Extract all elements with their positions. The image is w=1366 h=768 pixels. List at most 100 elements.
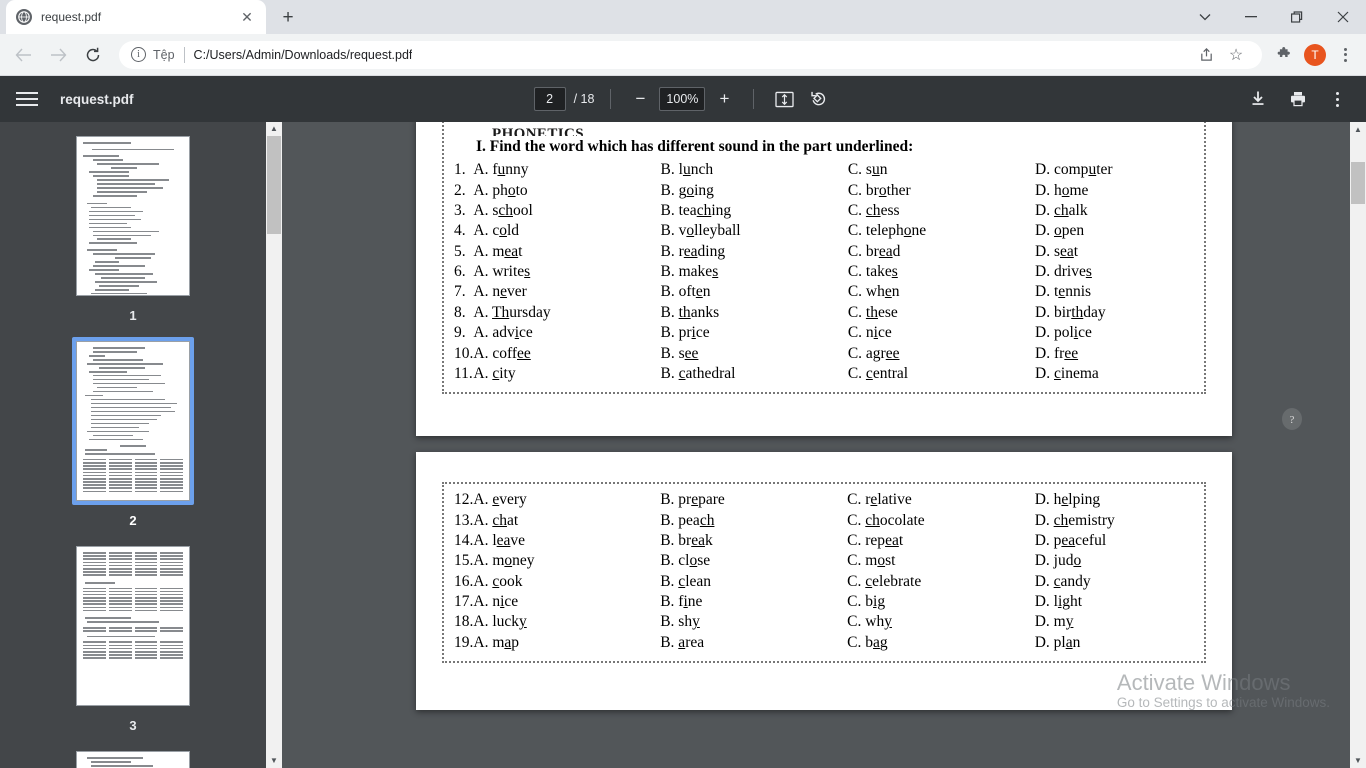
bookmark-star-icon[interactable]: ☆ bbox=[1222, 41, 1250, 69]
thumbnail-pane: 1 2 3 ▲ ▼ bbox=[0, 122, 282, 768]
question-row: 1. A. funny B. lunch C. sun D. computer bbox=[454, 160, 1194, 180]
question-row: 7. A. never B. often C. when D. tennis bbox=[454, 282, 1194, 302]
zoom-in-button[interactable]: + bbox=[711, 86, 737, 112]
omnibox-url: C:/Users/Admin/Downloads/request.pdf bbox=[193, 47, 413, 62]
pdf-viewer: request.pdf 2 / 18 − 100% + 1 2 3 ▲ ▼ PH… bbox=[0, 76, 1366, 768]
question-row: 15. A. money B. close C. most D. judo bbox=[454, 551, 1194, 571]
question-row: 3. A. school B. teaching C. chess D. chalk bbox=[454, 201, 1194, 221]
option-c: C. telephone bbox=[847, 222, 927, 240]
option-b: B. volleyball bbox=[660, 222, 741, 240]
browser-menu-icon[interactable] bbox=[1332, 41, 1358, 69]
rotate-icon[interactable] bbox=[804, 85, 832, 113]
browser-toolbar: i Tệp C:/Users/Admin/Downloads/request.p… bbox=[0, 34, 1366, 76]
section-instruction: I. Find the word which has different sou… bbox=[476, 138, 914, 155]
thumbnail-preview bbox=[76, 341, 190, 501]
question-number: 14. bbox=[454, 531, 474, 549]
thumbnail-page-4[interactable] bbox=[72, 747, 194, 768]
browser-tab-strip: request.pdf ✕ + bbox=[0, 0, 1366, 34]
thumbnail-page-2[interactable] bbox=[72, 337, 194, 505]
thumbnail-label-3: 3 bbox=[129, 718, 137, 733]
document-scroll: PHONETICS I. Find the word which has dif… bbox=[282, 122, 1366, 710]
page-info-icon[interactable]: i bbox=[131, 47, 146, 62]
pdf-page-3: 12. A. every B. prepare C. relative D. helpi… bbox=[416, 452, 1232, 710]
pdf-more-icon[interactable] bbox=[1324, 85, 1350, 113]
address-bar[interactable]: i Tệp C:/Users/Admin/Downloads/request.p… bbox=[119, 40, 1262, 69]
question-box-2: 12. A. every B. prepare C. relative D. helpi… bbox=[442, 482, 1206, 663]
question-row: 14. A. leave B. break C. repeat D. peaceful bbox=[454, 531, 1194, 551]
document-scrollbar-thumb[interactable] bbox=[1351, 162, 1365, 204]
question-row: 6. A. writes B. makes C. takes D. drives bbox=[454, 262, 1194, 282]
question-number: 3. bbox=[454, 201, 466, 219]
option-c: C. bag bbox=[847, 633, 888, 651]
option-c: C. sun bbox=[847, 161, 888, 179]
print-icon[interactable] bbox=[1284, 85, 1312, 113]
thumbnail-scrollbar[interactable]: ▲ ▼ bbox=[266, 122, 282, 768]
close-window-button[interactable] bbox=[1320, 0, 1366, 34]
option-b: B. makes bbox=[660, 263, 719, 281]
omnibox-scheme-label: Tệp bbox=[153, 47, 175, 62]
tab-search-icon[interactable] bbox=[1182, 0, 1228, 34]
option-d: D. plan bbox=[1034, 633, 1081, 651]
share-icon[interactable] bbox=[1192, 41, 1220, 69]
zoom-out-button[interactable]: − bbox=[627, 86, 653, 112]
thumbnail-page-1[interactable] bbox=[72, 132, 194, 300]
profile-avatar[interactable]: T bbox=[1304, 43, 1326, 66]
new-tab-button[interactable]: + bbox=[274, 3, 302, 31]
option-c: C. central bbox=[847, 364, 909, 382]
question-box-1: PHONETICS I. Find the word which has dif… bbox=[442, 122, 1206, 395]
option-a: A. meat bbox=[473, 242, 523, 260]
thumbnail-label-1: 1 bbox=[129, 308, 137, 323]
reload-icon[interactable] bbox=[78, 40, 108, 70]
option-c: C. chess bbox=[847, 201, 900, 219]
page-number-input[interactable]: 2 bbox=[533, 87, 566, 111]
thumbnail-label-2: 2 bbox=[129, 513, 137, 528]
back-icon[interactable] bbox=[8, 40, 38, 70]
option-d: D. home bbox=[1035, 181, 1089, 199]
pdf-right-controls bbox=[1244, 85, 1350, 113]
option-b: B. lunch bbox=[660, 161, 714, 179]
option-a: A. nice bbox=[473, 593, 519, 611]
option-b: B. close bbox=[660, 552, 711, 570]
minimize-button[interactable] bbox=[1228, 0, 1274, 34]
option-a: A. school bbox=[473, 201, 533, 219]
thumbnail-preview bbox=[76, 136, 190, 296]
extensions-puzzle-icon[interactable] bbox=[1270, 41, 1298, 69]
document-scroll-down-icon[interactable]: ▼ bbox=[1350, 756, 1366, 765]
document-scroll-up-icon[interactable]: ▲ bbox=[1350, 125, 1366, 134]
question-table-1: 1. A. funny B. lunch C. sun D. computer 2. A. … bbox=[454, 160, 1194, 384]
maximize-button[interactable] bbox=[1274, 0, 1320, 34]
question-number: 15. bbox=[454, 552, 474, 570]
download-icon[interactable] bbox=[1244, 85, 1272, 113]
option-d: D. seat bbox=[1035, 242, 1079, 260]
option-a: A. every bbox=[473, 491, 527, 509]
tab-close-icon[interactable]: ✕ bbox=[238, 8, 256, 26]
zoom-level-input[interactable]: 100% bbox=[659, 87, 706, 111]
question-row: 18. A. lucky B. shy C. why D. my bbox=[454, 612, 1194, 632]
option-c: C. when bbox=[847, 283, 900, 301]
question-number: 12. bbox=[454, 491, 474, 509]
option-c: C. celebrate bbox=[847, 572, 922, 590]
omnibox-actions: ☆ bbox=[1190, 41, 1250, 69]
option-b: B. price bbox=[660, 324, 710, 342]
option-a: A. writes bbox=[473, 263, 531, 281]
question-rows-page1: 1. A. funny B. lunch C. sun D. computer 2. A. … bbox=[454, 160, 1194, 384]
question-number: 2. bbox=[454, 181, 466, 199]
pdf-toolbar: request.pdf 2 / 18 − 100% + bbox=[0, 76, 1366, 122]
option-d: D. candy bbox=[1034, 572, 1091, 590]
thumbnail-page-3[interactable] bbox=[72, 542, 194, 710]
document-scrollbar[interactable]: ▲ ▼ bbox=[1350, 122, 1366, 768]
option-a: A. lucky bbox=[473, 613, 527, 631]
pdf-file-name: request.pdf bbox=[60, 91, 134, 107]
option-c: C. bread bbox=[847, 242, 901, 260]
pdf-body: 1 2 3 ▲ ▼ PHONETICS I. Find the word whi… bbox=[0, 122, 1366, 768]
thumbnail-scrollbar-thumb[interactable] bbox=[267, 136, 281, 234]
fit-page-icon[interactable] bbox=[770, 85, 798, 113]
forward-icon[interactable] bbox=[43, 40, 73, 70]
tab-title: request.pdf bbox=[41, 10, 102, 24]
option-d: D. police bbox=[1035, 324, 1092, 342]
option-b: B. teaching bbox=[660, 201, 732, 219]
thumbnail-scroll-down-icon[interactable]: ▼ bbox=[270, 754, 278, 768]
browser-tab[interactable]: request.pdf ✕ bbox=[6, 0, 266, 34]
thumbnail-scroll-up-icon[interactable]: ▲ bbox=[270, 122, 278, 136]
sidebar-toggle-icon[interactable] bbox=[16, 86, 42, 112]
